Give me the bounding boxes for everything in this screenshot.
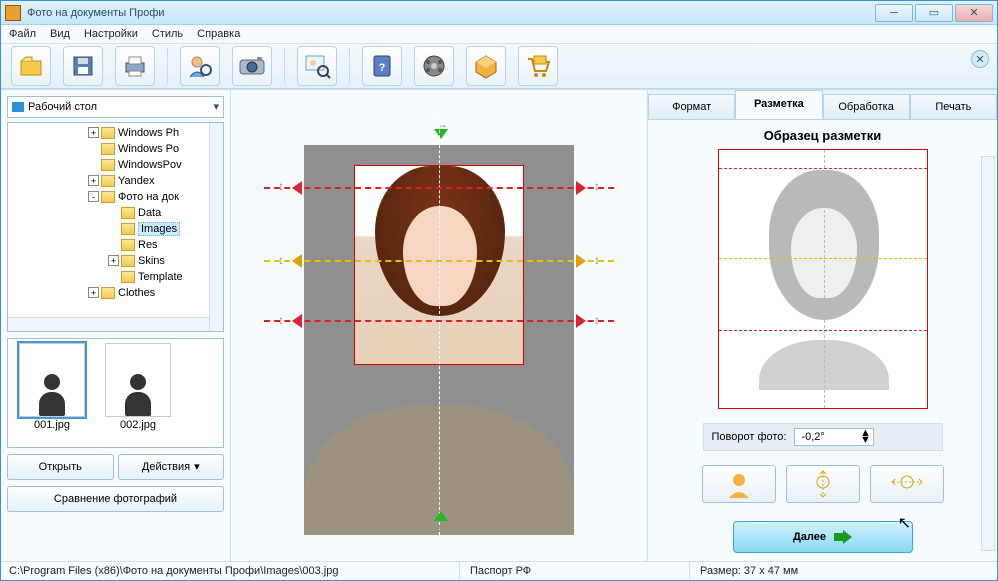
resize-handle[interactable]: ↕: [278, 253, 284, 267]
new-folder-button[interactable]: [11, 46, 51, 86]
status-bar: C:\Program Files (x86)\Фото на документы…: [1, 561, 997, 580]
editor-canvas[interactable]: ↔ ↕ ↕ ↕ ↕: [231, 90, 647, 561]
sample-preview: [718, 149, 928, 409]
folder-tree[interactable]: +Windows PhWindows PoWindowsPov+Yandex-Ф…: [7, 122, 224, 332]
actions-button[interactable]: Действия▾: [118, 454, 225, 480]
marker-eye-left[interactable]: [292, 254, 302, 268]
marker-chin-left[interactable]: [292, 314, 302, 328]
tree-horizontal-scrollbar[interactable]: [8, 317, 209, 331]
resize-handle[interactable]: ↕: [278, 179, 284, 193]
search-photo-button[interactable]: [297, 46, 337, 86]
toolbar: ? ✕: [1, 44, 997, 89]
right-panel: Формат Разметка Обработка Печать Образец…: [647, 90, 997, 561]
camera-button[interactable]: [232, 46, 272, 86]
desktop-icon: [12, 102, 24, 112]
thumbnail[interactable]: 001.jpg: [12, 343, 92, 443]
eye-yellow-guide[interactable]: [264, 260, 614, 262]
menubar: Файл Вид Настройки Стиль Справка: [1, 25, 997, 44]
chevron-down-icon: ▾: [194, 460, 200, 473]
window-title: Фото на документы Профи: [27, 7, 873, 19]
location-label: Рабочий стол: [28, 101, 97, 113]
compare-button[interactable]: Сравнение фотографий: [7, 486, 224, 512]
resize-handle[interactable]: ↕: [594, 253, 600, 267]
minimize-button[interactable]: ─: [875, 4, 913, 22]
mode-height-button[interactable]: [786, 465, 860, 503]
mode-width-button[interactable]: [870, 465, 944, 503]
tab-format[interactable]: Формат: [648, 94, 735, 119]
arrow-right-icon: [834, 530, 852, 544]
resize-handle-bottom[interactable]: ↔: [436, 519, 448, 533]
location-dropdown[interactable]: Рабочий стол ▾: [7, 96, 224, 118]
menu-style[interactable]: Стиль: [152, 28, 183, 40]
close-button[interactable]: ✕: [955, 4, 993, 22]
titlebar[interactable]: Фото на документы Профи ─ ▭ ✕: [1, 1, 997, 25]
cursor-icon: ↖: [898, 513, 911, 533]
subject-face: [403, 206, 477, 306]
status-path: C:\Program Files (x86)\Фото на документы…: [9, 565, 429, 577]
tree-item[interactable]: Windows Po: [8, 141, 223, 157]
video-button[interactable]: [414, 46, 454, 86]
sample-title: Образец разметки: [764, 128, 882, 143]
center-vertical-guide[interactable]: [439, 115, 440, 535]
tab-markup[interactable]: Разметка: [735, 90, 822, 119]
app-window: Фото на документы Профи ─ ▭ ✕ Файл Вид Н…: [0, 0, 998, 581]
top-crop-marker[interactable]: [434, 129, 448, 139]
status-format: Паспорт РФ: [459, 562, 659, 580]
tree-item[interactable]: Data: [8, 205, 223, 221]
thumbnail-strip: 001.jpg002.jpg: [7, 338, 224, 448]
marker-eye-right[interactable]: [576, 254, 586, 268]
marker-top-right[interactable]: [576, 181, 586, 195]
maximize-button[interactable]: ▭: [915, 4, 953, 22]
tree-item[interactable]: WindowsPov: [8, 157, 223, 173]
next-button[interactable]: Далее: [733, 521, 913, 553]
left-panel: Рабочий стол ▾ +Windows PhWindows PoWind…: [1, 90, 231, 561]
chevron-down-icon: ▾: [213, 100, 219, 113]
resize-handle[interactable]: ↕: [594, 179, 600, 193]
chin-red-guide[interactable]: [264, 320, 614, 322]
svg-text:?: ?: [379, 62, 386, 74]
menu-view[interactable]: Вид: [50, 28, 70, 40]
toolbar-close-icon[interactable]: ✕: [971, 50, 989, 68]
resize-handle[interactable]: ↕: [594, 313, 600, 327]
package-button[interactable]: [466, 46, 506, 86]
menu-file[interactable]: Файл: [9, 28, 36, 40]
marker-top-left[interactable]: [292, 181, 302, 195]
browse-user-button[interactable]: [180, 46, 220, 86]
rotate-row: Поворот фото: -0,2° ▲▼: [703, 423, 943, 451]
tabs: Формат Разметка Обработка Печать: [648, 90, 997, 120]
tab-processing[interactable]: Обработка: [823, 94, 910, 119]
tree-item[interactable]: +Yandex: [8, 173, 223, 189]
tab-print[interactable]: Печать: [910, 94, 997, 119]
tree-item[interactable]: +Skins: [8, 253, 223, 269]
tree-item[interactable]: Images: [8, 221, 223, 237]
tree-item[interactable]: Res: [8, 237, 223, 253]
marker-chin-right[interactable]: [576, 314, 586, 328]
app-icon: [5, 5, 21, 21]
tree-item[interactable]: +Clothes: [8, 285, 223, 301]
tree-item[interactable]: -Фото на док: [8, 189, 223, 205]
top-red-guide[interactable]: [264, 187, 614, 189]
mode-silhouette-button[interactable]: [702, 465, 776, 503]
tree-item[interactable]: Template: [8, 269, 223, 285]
menu-settings[interactable]: Настройки: [84, 28, 138, 40]
resize-handle[interactable]: ↕: [278, 313, 284, 327]
save-button[interactable]: [63, 46, 103, 86]
status-size: Размер: 37 x 47 мм: [689, 562, 798, 580]
rotate-spinner[interactable]: -0,2° ▲▼: [794, 428, 874, 446]
open-button[interactable]: Открыть: [7, 454, 114, 480]
print-button[interactable]: [115, 46, 155, 86]
tree-vertical-scrollbar[interactable]: [209, 123, 223, 331]
rotate-value: -0,2°: [801, 431, 824, 443]
thumbnail[interactable]: 002.jpg: [98, 343, 178, 443]
rotate-label: Поворот фото:: [712, 431, 787, 443]
tree-item[interactable]: +Windows Ph: [8, 125, 223, 141]
help-book-button[interactable]: ?: [362, 46, 402, 86]
cart-button[interactable]: [518, 46, 558, 86]
right-scrollbar[interactable]: [981, 156, 995, 551]
menu-help[interactable]: Справка: [197, 28, 240, 40]
